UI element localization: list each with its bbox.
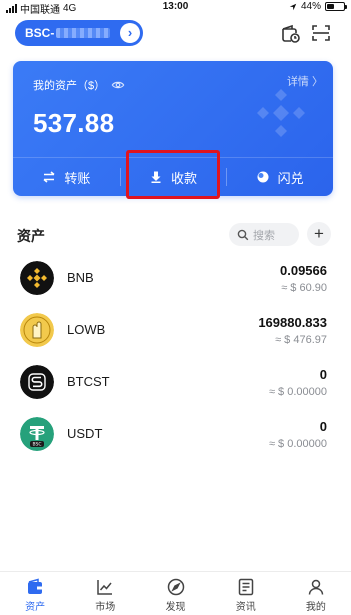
asset-usd-value: ≈ $ 0.00000 (268, 438, 327, 450)
transfer-label: 转账 (64, 170, 91, 186)
asset-row-lowb[interactable]: LOWB 169880.833 ≈ $ 476.97 (0, 304, 351, 356)
transfer-button[interactable]: 转账 (13, 158, 120, 196)
receive-icon (151, 171, 161, 183)
scan-icon[interactable] (310, 22, 332, 44)
wallet-icon (28, 578, 43, 594)
chart-icon (97, 580, 113, 595)
asset-summary-card: 我的资产（$） 详情 〉 537.88 转账 收款 闪兑 (13, 61, 333, 196)
asset-search-input[interactable]: 搜索 (229, 223, 299, 246)
asset-list: BNB 0.09566 ≈ $ 60.90 LOWB 169880.833 ≈ … (0, 252, 351, 460)
total-assets-value: 537.88 (33, 108, 115, 138)
asset-name: USDT (67, 426, 103, 441)
status-bar: 中国联通 4G 13:00 44% (0, 0, 351, 16)
wallet-address-mask (56, 28, 111, 38)
card-actions: 转账 收款 闪兑 (13, 158, 333, 196)
search-placeholder: 搜索 (253, 229, 275, 242)
btcst-icon (20, 365, 54, 399)
asset-amount: 169880.833 (258, 315, 327, 330)
nav-item-news[interactable]: 资讯 (211, 572, 281, 615)
usdt-icon: BSC (20, 417, 54, 451)
battery-percent: 44% (300, 1, 321, 12)
search-icon (237, 229, 249, 240)
wallet-selector[interactable]: BSC- › (15, 20, 143, 46)
asset-amount: 0 (319, 367, 327, 382)
news-icon (238, 578, 253, 596)
nav-label: 我的 (305, 602, 326, 613)
asset-label: 我的资产（$） (33, 80, 106, 92)
lowb-icon (20, 313, 54, 347)
receive-button[interactable]: 收款 (119, 158, 227, 196)
status-right: 44% (289, 1, 347, 12)
asset-row-usdt[interactable]: BSC USDT 0 ≈ $ 0.00000 (0, 408, 351, 460)
bottom-nav: 资产 市场 发现 资讯 我的 (0, 571, 351, 615)
assets-title: 资产 (17, 228, 45, 244)
nav-item-profile[interactable]: 我的 (281, 572, 351, 615)
swap-icon (257, 171, 269, 183)
nav-label: 市场 (95, 602, 116, 613)
nav-item-market[interactable]: 市场 (70, 572, 140, 615)
asset-label-row: 我的资产（$） (33, 77, 125, 93)
nav-label: 发现 (165, 602, 186, 613)
location-icon (289, 3, 297, 10)
receive-label: 收款 (171, 170, 198, 186)
nav-item-discover[interactable]: 发现 (140, 572, 210, 615)
asset-usd-value: ≈ $ 60.90 (281, 282, 327, 294)
compass-icon (167, 578, 184, 596)
svg-text:BSC: BSC (32, 442, 41, 448)
add-asset-button[interactable]: + (307, 222, 331, 246)
nav-item-assets[interactable]: 资产 (0, 572, 70, 615)
nav-label: 资产 (25, 602, 46, 613)
asset-usd-value: ≈ $ 0.00000 (268, 386, 327, 398)
nav-label: 资讯 (235, 602, 256, 613)
asset-usd-value: ≈ $ 476.97 (275, 334, 327, 346)
swap-button[interactable]: 闪兑 (226, 158, 333, 196)
swap-label: 闪兑 (277, 170, 304, 186)
bnb-icon (20, 261, 54, 295)
wallet-name: BSC- (25, 26, 55, 40)
bnb-watermark-icon (257, 89, 305, 137)
person-icon (308, 579, 324, 595)
battery-icon (325, 2, 347, 11)
asset-name: LOWB (67, 322, 106, 337)
asset-name: BTCST (67, 374, 110, 389)
battery-fill (327, 4, 335, 9)
chevron-right-icon: › (120, 23, 140, 43)
eye-icon[interactable] (111, 78, 125, 92)
transfer-icon (43, 171, 55, 183)
asset-row-bnb[interactable]: BNB 0.09566 ≈ $ 60.90 (0, 252, 351, 304)
asset-amount: 0 (319, 419, 327, 434)
asset-name: BNB (67, 270, 94, 285)
wallet-clock-icon[interactable] (279, 22, 301, 44)
asset-amount: 0.09566 (280, 263, 327, 278)
asset-row-btcst[interactable]: BTCST 0 ≈ $ 0.00000 (0, 356, 351, 408)
